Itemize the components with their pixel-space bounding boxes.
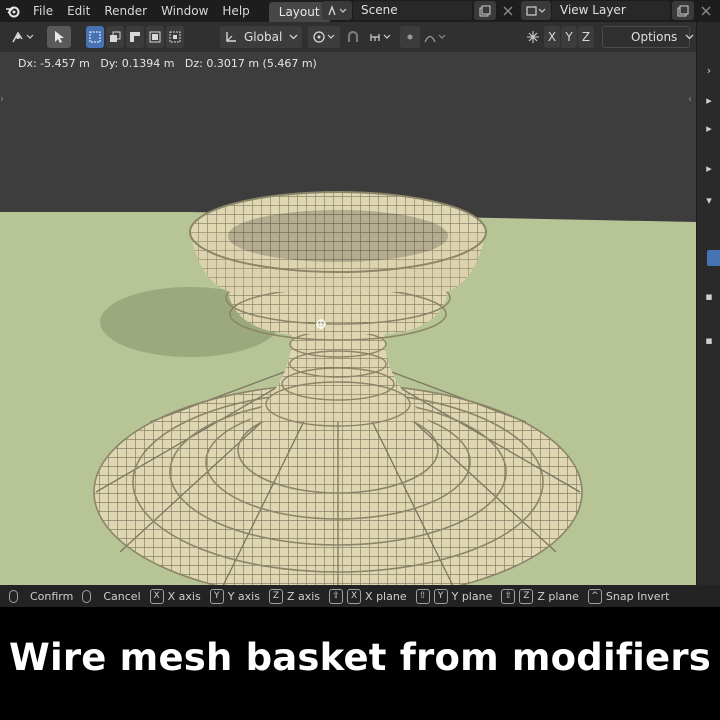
caption-text: Wire mesh basket from modifiers	[8, 636, 712, 679]
select-mode-invert-icon[interactable]	[146, 26, 164, 48]
pivot-point-icon[interactable]	[308, 26, 340, 48]
blender-logo-icon[interactable]	[0, 0, 26, 22]
collapse-right-icon[interactable]: ‹	[688, 94, 692, 105]
view-layer-name-field[interactable]: View Layer	[552, 1, 670, 20]
status-y-plane-label: Y plane	[451, 589, 493, 603]
chevron-down-icon	[685, 34, 694, 40]
menu-render[interactable]: Render	[97, 0, 154, 22]
mouse-right-icon	[82, 589, 92, 603]
ctrl-key-icon: ^	[587, 588, 602, 604]
snap-target-icon[interactable]	[366, 26, 396, 48]
status-z-plane: ⇧ Z Z plane	[501, 588, 579, 604]
options-label: Options	[631, 30, 678, 44]
orientation-axes-icon	[224, 30, 238, 44]
video-caption: Wire mesh basket from modifiers	[0, 607, 720, 720]
active-tab-marker	[707, 250, 720, 266]
expand-icon[interactable]: ›	[702, 64, 716, 78]
chevron-down-icon	[289, 34, 298, 40]
status-x-plane-label: X plane	[365, 589, 407, 603]
item-tab-icon[interactable]: ▸	[702, 94, 716, 108]
remove-view-layer-icon[interactable]	[695, 1, 717, 20]
view-layer-selector-icon[interactable]	[521, 1, 551, 20]
status-bar: Confirm Cancel X X axis Y Y axis Z Z axi…	[0, 585, 720, 607]
menu-edit[interactable]: Edit	[60, 0, 97, 22]
key-y: Y	[209, 588, 224, 604]
select-tool-icon[interactable]	[47, 26, 71, 48]
tool-tab-icon[interactable]: ▸	[702, 122, 716, 136]
scene-name-field[interactable]: Scene	[353, 1, 472, 20]
menu-file[interactable]: File	[26, 0, 60, 22]
scene-selector-icon[interactable]	[322, 1, 352, 20]
transform-pivot-icon[interactable]	[6, 26, 40, 48]
select-mode-intersect-icon[interactable]	[166, 26, 184, 48]
status-y-axis-label: Y axis	[227, 589, 260, 603]
status-z-plane-label: Z plane	[537, 589, 579, 603]
status-z-axis: Z Z axis	[268, 588, 321, 604]
status-confirm-label: Confirm	[30, 589, 74, 603]
select-mode-new-icon[interactable]	[86, 26, 104, 48]
menu-help[interactable]: Help	[215, 0, 256, 22]
select-mode-extend-icon[interactable]	[106, 26, 124, 48]
mirror-x-toggle[interactable]: X	[544, 26, 560, 48]
transform-orientation-dropdown[interactable]: Global	[220, 26, 302, 48]
key-x: X	[347, 588, 362, 604]
menu-window[interactable]: Window	[154, 0, 215, 22]
data-tab-icon[interactable]: ▪	[702, 334, 716, 348]
shift-key-icon: ⇧	[415, 588, 430, 604]
status-x-plane: ⇧ X X plane	[329, 588, 407, 604]
object-tab-icon[interactable]: ▪	[702, 290, 716, 304]
key-z: Z	[268, 588, 283, 604]
top-menu-bar: File Edit Render Window Help Layout Scen…	[0, 0, 720, 22]
select-mode-subtract-icon[interactable]	[126, 26, 144, 48]
status-y-plane: ⇧ Y Y plane	[415, 588, 493, 604]
proportional-edit-icon[interactable]	[400, 26, 420, 48]
status-confirm: Confirm	[9, 589, 74, 603]
workspace-tab-layout[interactable]: Layout	[268, 2, 330, 22]
key-y: Y	[433, 588, 448, 604]
status-z-axis-label: Z axis	[286, 589, 321, 603]
viewport-header: Global X Y Z Options	[0, 22, 696, 52]
status-x-axis-label: X axis	[167, 589, 201, 603]
orientation-label: Global	[244, 30, 283, 44]
shift-key-icon: ⇧	[501, 588, 516, 604]
remove-scene-icon[interactable]	[497, 1, 519, 20]
falloff-curve-icon[interactable]	[422, 26, 450, 48]
mirror-axis-icon[interactable]	[524, 26, 542, 48]
properties-tab-icon[interactable]: ▾	[702, 194, 716, 208]
3d-viewport[interactable]: › ‹ Dx: -5.457 m Dy: 0.1394 m Dz: 0.3017…	[0, 52, 696, 585]
transform-delta-readout: Dx: -5.457 m Dy: 0.1394 m Dz: 0.3017 m (…	[18, 57, 317, 70]
options-dropdown[interactable]: Options	[602, 26, 694, 48]
mirror-z-toggle[interactable]: Z	[578, 26, 594, 48]
snap-toggle-icon[interactable]	[342, 26, 364, 48]
new-view-layer-icon[interactable]	[672, 1, 694, 20]
status-cancel-label: Cancel	[103, 589, 141, 603]
status-snap-invert: ^ Snap Invert	[587, 588, 670, 604]
shift-key-icon: ⇧	[329, 588, 344, 604]
key-x: X	[149, 588, 164, 604]
mirror-y-toggle[interactable]: Y	[561, 26, 577, 48]
status-cancel: Cancel	[82, 589, 141, 603]
mouse-left-icon	[9, 589, 18, 603]
view-tab-icon[interactable]: ▸	[702, 162, 716, 176]
status-snap-invert-label: Snap Invert	[605, 589, 670, 603]
viewport-scene: › ‹	[0, 94, 696, 585]
collapse-left-icon[interactable]: ›	[0, 94, 4, 105]
status-x-axis: X X axis	[149, 588, 201, 604]
right-sidebar-strip: › ▸ ▸ ▸ ▾ ▪ ▪	[696, 22, 720, 585]
key-z: Z	[519, 588, 534, 604]
status-y-axis: Y Y axis	[209, 588, 260, 604]
new-scene-icon[interactable]	[474, 1, 496, 20]
